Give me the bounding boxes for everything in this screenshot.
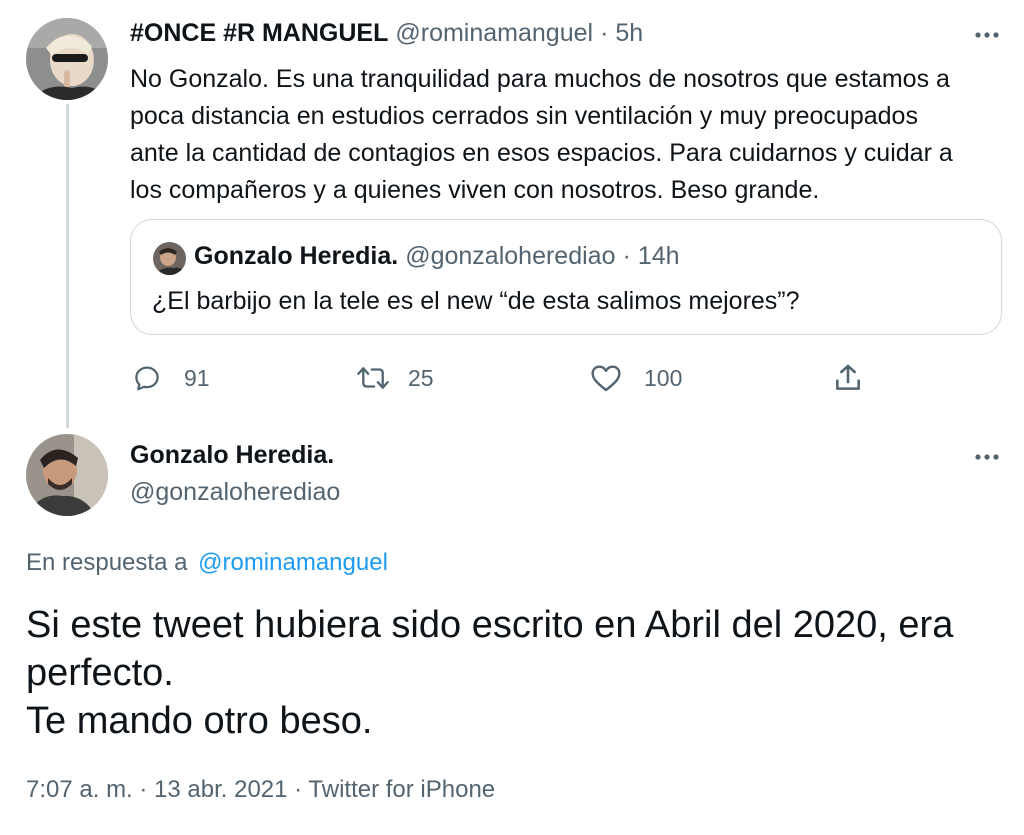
- quoted-tweet-time: 14h: [637, 242, 680, 270]
- tweet-text-line: poca distancia en estudios cerrados sin …: [130, 102, 918, 130]
- tweet-time[interactable]: 5h: [615, 19, 643, 48]
- separator-dot: ·: [622, 242, 631, 270]
- parent-tweet-text: No Gonzalo. Es una tranquilidad para muc…: [130, 61, 1010, 209]
- quoted-tweet-text: ¿El barbijo en la tele es el new “de est…: [152, 287, 800, 315]
- retweet-button[interactable]: 25: [356, 362, 434, 394]
- quoted-author-handle: @gonzaloherediao: [405, 242, 616, 270]
- tweet-text-line: Si este tweet hubiera sido escrito en Ab…: [26, 604, 954, 646]
- tweet-text-line: los compañeros y a quienes viven con nos…: [130, 176, 820, 204]
- heart-icon: [591, 365, 621, 392]
- reply-context: En respuesta a @rominamanguel: [26, 549, 388, 577]
- author-display-name[interactable]: Gonzalo Heredia.: [130, 441, 334, 470]
- author-handle[interactable]: @gonzaloherediao: [130, 478, 340, 507]
- quoted-avatar: [153, 242, 186, 275]
- reply-icon: [135, 366, 159, 391]
- author-display-name[interactable]: #ONCE #R MANGUEL: [130, 19, 388, 48]
- parent-tweet-header: #ONCE #R MANGUEL @rominamanguel · 5h: [130, 19, 643, 53]
- share-icon: [836, 364, 860, 390]
- thread-connector-line: [66, 104, 69, 428]
- more-dots-icon[interactable]: [972, 18, 1008, 52]
- retweet-count: 25: [408, 364, 434, 391]
- like-button[interactable]: 100: [590, 362, 682, 394]
- author-handle[interactable]: @rominamanguel: [395, 19, 593, 48]
- reply-button[interactable]: 91: [132, 362, 210, 394]
- tweet-text-line: ante la cantidad de contagios en esos es…: [130, 139, 953, 167]
- tweet-text-line: No Gonzalo. Es una tranquilidad para muc…: [130, 65, 950, 93]
- avatar[interactable]: [26, 434, 108, 516]
- reply-context-label: En respuesta a: [26, 549, 188, 576]
- tweet-text-line: perfecto.: [26, 652, 174, 694]
- quoted-tweet-header: Gonzalo Heredia. @gonzaloherediao · 14h: [194, 242, 680, 276]
- more-dots-icon[interactable]: [972, 440, 1008, 474]
- retweet-icon: [357, 367, 389, 389]
- reply-count: 91: [184, 364, 210, 391]
- share-button[interactable]: [832, 362, 886, 394]
- reply-to-link[interactable]: @rominamanguel: [198, 549, 388, 576]
- avatar[interactable]: [26, 18, 108, 100]
- quoted-author-display-name: Gonzalo Heredia.: [194, 242, 399, 270]
- separator-dot: ·: [600, 19, 609, 47]
- main-tweet-text: Si este tweet hubiera sido escrito en Ab…: [26, 601, 953, 745]
- tweet-text-line: Te mando otro beso.: [26, 700, 373, 742]
- tweet-timestamp[interactable]: 7:07 a. m. · 13 abr. 2021 · Twitter for …: [26, 776, 495, 804]
- like-count: 100: [644, 364, 683, 391]
